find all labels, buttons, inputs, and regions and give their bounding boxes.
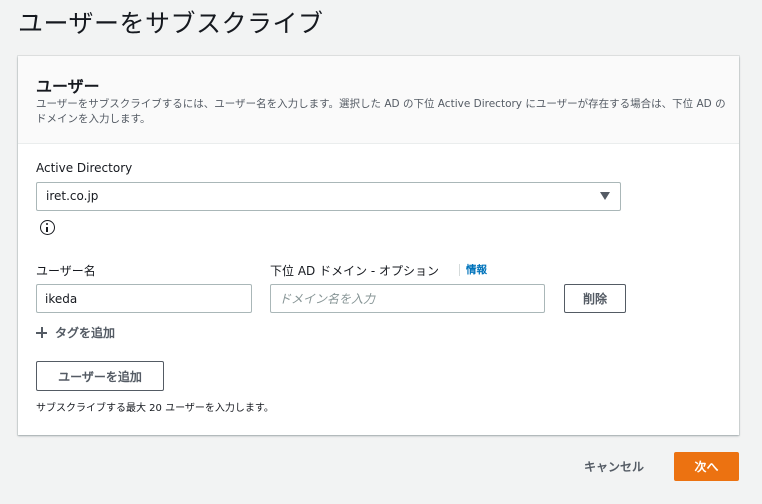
info-link[interactable]: 情報 xyxy=(459,264,487,276)
active-directory-selected-value: iret.co.jp xyxy=(46,189,99,203)
username-label: ユーザー名 xyxy=(36,264,96,278)
cancel-button[interactable]: キャンセル xyxy=(584,458,644,475)
plus-icon xyxy=(36,327,47,338)
active-directory-label: Active Directory xyxy=(36,161,133,175)
panel-description: ユーザーをサブスクライブするには、ユーザー名を入力します。選択した AD の下位… xyxy=(36,98,726,125)
next-button[interactable]: 次へ xyxy=(674,452,739,481)
sub-domain-label: 下位 AD ドメイン - オプション xyxy=(270,264,440,278)
panel-title: ユーザー xyxy=(36,77,100,96)
active-directory-select[interactable]: iret.co.jp xyxy=(36,182,621,211)
add-tag-label: タグを追加 xyxy=(55,326,116,340)
username-input[interactable] xyxy=(36,284,252,313)
caret-down-icon xyxy=(600,192,610,200)
max-users-hint: サブスクライブする最大 20 ユーザーを入力します。 xyxy=(36,403,274,414)
page-title: ユーザーをサブスクライブ xyxy=(18,9,324,38)
delete-button[interactable]: 削除 xyxy=(564,284,626,313)
panel-header: ユーザー ユーザーをサブスクライブするには、ユーザー名を入力します。選択した A… xyxy=(18,56,739,144)
add-tag-button[interactable]: タグを追加 xyxy=(36,324,115,341)
sub-domain-input[interactable] xyxy=(270,284,545,313)
add-user-button[interactable]: ユーザーを追加 xyxy=(36,361,164,391)
info-icon[interactable] xyxy=(40,220,55,235)
users-panel: ユーザー ユーザーをサブスクライブするには、ユーザー名を入力します。選択した A… xyxy=(18,56,739,435)
